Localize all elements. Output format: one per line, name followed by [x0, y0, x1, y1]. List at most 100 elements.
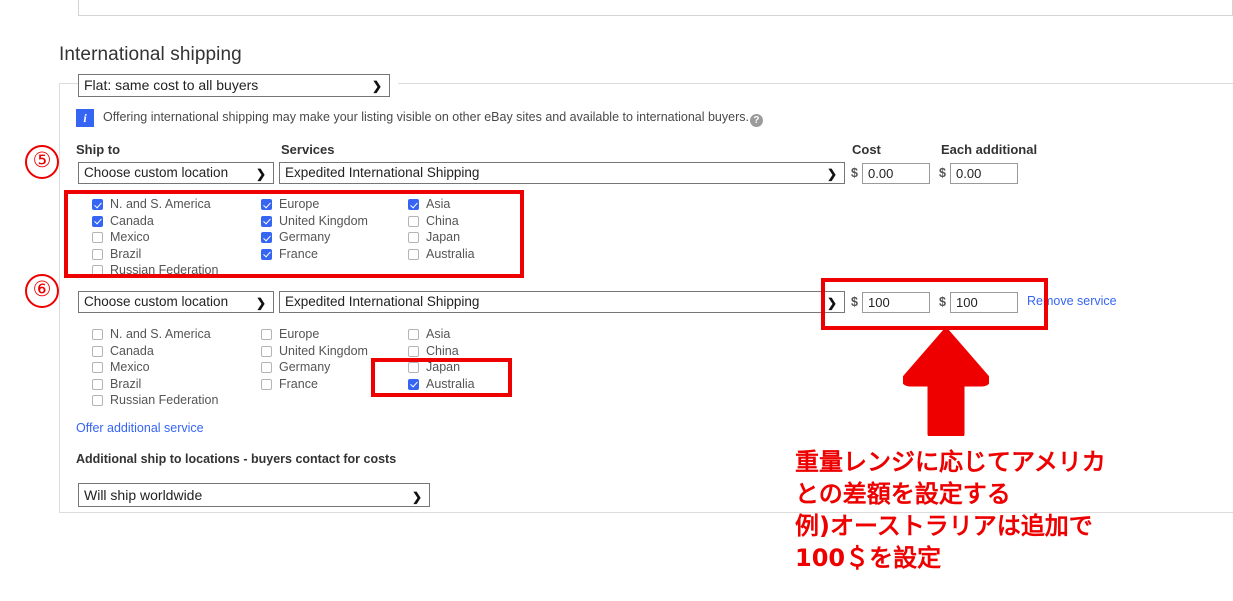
checkbox-box[interactable]	[408, 199, 419, 210]
info-banner-text: Offering international shipping may make…	[103, 110, 763, 127]
checkbox-box[interactable]	[261, 329, 272, 340]
checkbox-box[interactable]	[408, 378, 419, 390]
checkbox-item[interactable]: Germany	[261, 230, 368, 247]
checkbox-item[interactable]: Europe	[261, 197, 368, 214]
checkbox-box[interactable]	[92, 329, 103, 340]
column-header-services: Services	[281, 142, 335, 157]
checkbox-box[interactable]	[92, 345, 103, 357]
checkbox-box[interactable]	[261, 362, 272, 373]
page-title: International shipping	[59, 44, 242, 65]
checkbox-label: China	[426, 213, 459, 228]
ship-to-location-select-2[interactable]: Choose custom location ❯	[78, 291, 274, 313]
checkbox-item[interactable]: N. and S. America	[92, 197, 218, 214]
checkbox-label: Asia	[426, 197, 451, 211]
info-banner: i Offering international shipping may ma…	[76, 109, 763, 127]
checkbox-item[interactable]: United Kingdom	[261, 344, 368, 361]
checkbox-box[interactable]	[92, 265, 103, 276]
annotation-note-line-1: 重量レンジに応じてアメリカ	[795, 448, 1106, 476]
checkbox-label: Germany	[279, 360, 331, 374]
checkbox-item[interactable]: Brazil	[92, 247, 218, 264]
checkbox-label: Europe	[279, 327, 320, 341]
checkbox-label: Australia	[426, 376, 475, 391]
checkbox-item[interactable]: Germany	[261, 360, 368, 377]
annotation-note: 重量レンジに応じてアメリカ との差額を設定する 例)オーストラリアは追加で 10…	[795, 446, 1106, 574]
checkbox-item[interactable]: Mexico	[92, 230, 218, 247]
checkbox-box[interactable]	[261, 232, 272, 243]
checkbox-box[interactable]	[92, 395, 103, 406]
service-select-1[interactable]: Expedited International Shipping ❯	[279, 162, 845, 184]
chevron-down-icon: ❯	[255, 167, 266, 181]
checkbox-column-asia-1: Asia China Japan Australia	[408, 197, 475, 263]
checkbox-box[interactable]	[92, 248, 103, 260]
info-icon: i	[76, 109, 94, 127]
checkbox-item[interactable]: China	[408, 214, 475, 231]
checkbox-box[interactable]	[92, 232, 103, 243]
checkbox-box[interactable]	[92, 199, 103, 210]
checkbox-box[interactable]	[261, 378, 272, 390]
checkbox-box[interactable]	[408, 362, 419, 373]
checkbox-box[interactable]	[408, 329, 419, 340]
checkbox-item[interactable]: China	[408, 344, 475, 361]
checkbox-item[interactable]: Canada	[92, 344, 218, 361]
checkbox-box[interactable]	[261, 199, 272, 210]
chevron-down-icon: ❯	[826, 296, 837, 310]
annotation-marker-5: ⑤	[25, 145, 59, 179]
checkbox-item[interactable]: Asia	[408, 327, 475, 344]
checkbox-label: Canada	[110, 213, 154, 228]
checkbox-box[interactable]	[92, 362, 103, 373]
checkbox-item[interactable]: Canada	[92, 214, 218, 231]
checkbox-item[interactable]: Mexico	[92, 360, 218, 377]
column-header-each-additional: Each additional	[941, 142, 1038, 157]
checkbox-box[interactable]	[408, 345, 419, 357]
cost-currency-symbol-1: $	[851, 166, 858, 180]
ship-to-location-select-1[interactable]: Choose custom location ❯	[78, 162, 274, 184]
checkbox-item[interactable]: Australia	[408, 377, 475, 394]
checkbox-item[interactable]: France	[261, 377, 368, 394]
each-additional-input-2[interactable]: 100	[950, 292, 1018, 313]
checkbox-label: Japan	[426, 230, 461, 244]
checkbox-item[interactable]: France	[261, 247, 368, 264]
shipping-mode-select[interactable]: Flat: same cost to all buyers ❯	[78, 74, 390, 97]
checkbox-box[interactable]	[408, 232, 419, 243]
each-additional-currency-symbol-2: $	[939, 295, 946, 309]
checkbox-item[interactable]: Europe	[261, 327, 368, 344]
offer-additional-service-link[interactable]: Offer additional service	[76, 421, 204, 435]
checkbox-box[interactable]	[261, 345, 272, 357]
checkbox-label: France	[279, 246, 318, 261]
checkbox-item[interactable]: Australia	[408, 247, 475, 264]
cost-input-1[interactable]: 0.00	[862, 163, 930, 184]
checkbox-box[interactable]	[261, 248, 272, 260]
checkbox-label: United Kingdom	[279, 343, 368, 358]
checkbox-box[interactable]	[408, 215, 419, 227]
checkbox-box[interactable]	[408, 248, 419, 260]
cost-input-2[interactable]: 100	[862, 292, 930, 313]
additional-locations-select[interactable]: Will ship worldwide ❯	[78, 483, 430, 507]
checkbox-label: N. and S. America	[110, 327, 211, 341]
checkbox-item[interactable]: Asia	[408, 197, 475, 214]
service-select-2[interactable]: Expedited International Shipping ❯	[279, 291, 845, 313]
chevron-down-icon: ❯	[411, 490, 422, 504]
checkbox-item[interactable]: United Kingdom	[261, 214, 368, 231]
checkbox-label: N. and S. America	[110, 197, 211, 211]
checkbox-column-americas-1: N. and S. America Canada Mexico Brazil R…	[92, 197, 218, 280]
each-additional-input-1[interactable]: 0.00	[950, 163, 1018, 184]
checkbox-item[interactable]: Japan	[408, 230, 475, 247]
additional-locations-label: Additional ship to locations - buyers co…	[76, 452, 397, 466]
remove-service-link-2[interactable]: Remove service	[1027, 294, 1117, 308]
checkbox-item[interactable]: Brazil	[92, 377, 218, 394]
checkbox-label: Asia	[426, 327, 451, 341]
checkbox-label: Mexico	[110, 230, 150, 244]
checkbox-box[interactable]	[92, 215, 103, 227]
checkbox-item[interactable]: Japan	[408, 360, 475, 377]
each-additional-currency-symbol-1: $	[939, 166, 946, 180]
checkbox-item[interactable]: N. and S. America	[92, 327, 218, 344]
question-mark-icon[interactable]: ?	[749, 113, 763, 127]
checkbox-item[interactable]: Russian Federation	[92, 393, 218, 410]
column-header-ship-to: Ship to	[76, 142, 121, 157]
service-value-1: Expedited International Shipping	[285, 165, 480, 180]
checkbox-item[interactable]: Russian Federation	[92, 263, 218, 280]
checkbox-box[interactable]	[92, 378, 103, 390]
checkbox-box[interactable]	[261, 215, 272, 227]
checkbox-label: China	[426, 343, 459, 358]
cost-currency-symbol-2: $	[851, 295, 858, 309]
